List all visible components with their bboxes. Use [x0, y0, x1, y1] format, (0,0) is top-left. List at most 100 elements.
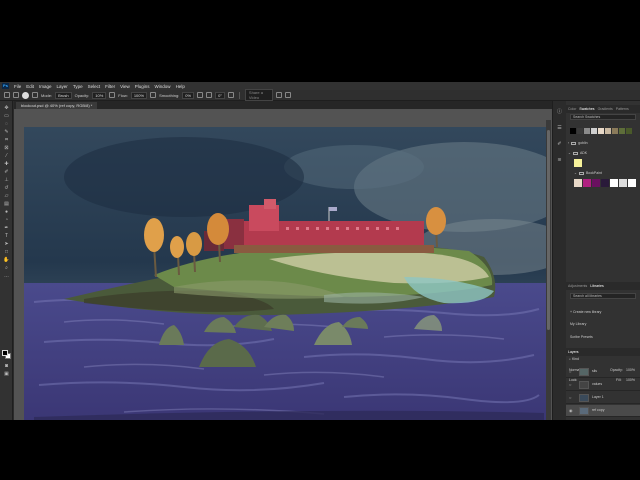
swatch[interactable] [577, 128, 583, 134]
my-library-item[interactable]: My Library [570, 322, 586, 326]
settings-icon[interactable] [284, 92, 291, 98]
menu-filter[interactable]: Filter [105, 84, 115, 89]
eye-icon[interactable]: ○ [569, 382, 571, 387]
swatch-folder-adk[interactable]: ⌄ ADK [568, 151, 587, 155]
marquee-tool-icon[interactable]: ▭ [3, 113, 10, 119]
swatch[interactable] [591, 128, 597, 134]
frame-tool-icon[interactable]: ⊠ [3, 145, 10, 151]
menu-window[interactable]: Window [155, 84, 171, 89]
swatch[interactable] [598, 128, 604, 134]
menu-view[interactable]: View [120, 84, 130, 89]
learn-icon[interactable]: ⓘ [556, 109, 563, 116]
menu-select[interactable]: Select [88, 84, 101, 89]
libraries-search-input[interactable]: Search all libraries [570, 293, 636, 299]
more-tools-icon[interactable]: … [3, 273, 10, 279]
hand-tool-icon[interactable]: ✋ [3, 257, 10, 263]
document-canvas[interactable] [24, 127, 546, 420]
mode-select[interactable]: Brush [55, 91, 72, 99]
swatch[interactable] [605, 128, 611, 134]
swatch-adk-yellow[interactable] [574, 159, 582, 167]
layer-row[interactable]: ○ Layer 1 [566, 392, 640, 404]
swatch-folder-goblin[interactable]: › goblin [568, 141, 588, 145]
home-icon[interactable] [4, 92, 10, 98]
swatch[interactable] [601, 179, 609, 187]
eyedropper-tool-icon[interactable]: ⁄ [3, 153, 10, 159]
foreground-color-swatch[interactable] [2, 350, 8, 356]
menu-image[interactable]: Image [39, 84, 52, 89]
brush-preset-picker[interactable] [22, 91, 29, 99]
tab-libraries[interactable]: Libraries [590, 284, 603, 288]
dodge-tool-icon[interactable]: ◔ [3, 217, 10, 223]
scrollbar-thumb[interactable] [547, 130, 550, 330]
healing-tool-icon[interactable]: ✚ [3, 161, 10, 167]
quick-select-tool-icon[interactable]: ✎ [3, 129, 10, 135]
swatch[interactable] [583, 179, 591, 187]
eye-icon[interactable]: ○ [569, 369, 571, 374]
swatch[interactable] [619, 128, 625, 134]
smoothing-options-icon[interactable] [197, 92, 204, 98]
eye-icon[interactable]: ○ [569, 395, 571, 400]
flow-input[interactable]: 100% [130, 91, 148, 99]
eye-icon[interactable]: ◉ [569, 408, 573, 413]
brush-settings-icon[interactable]: ≋ [556, 157, 563, 164]
scribe-presets-item[interactable]: Scribe Presets [570, 335, 593, 339]
share-input[interactable]: Share a Video [244, 89, 273, 101]
crop-tool-icon[interactable]: ⌗ [3, 137, 10, 143]
swatch[interactable] [570, 128, 576, 134]
layer-row[interactable]: ◉ref [566, 418, 640, 420]
swatch[interactable] [628, 179, 636, 187]
lasso-tool-icon[interactable]: ◌ [3, 121, 10, 127]
gradient-tool-icon[interactable]: ▤ [3, 201, 10, 207]
opacity-input[interactable]: 10% [92, 91, 107, 99]
tab-adjustments[interactable]: Adjustments [568, 284, 587, 288]
brush-settings-icon[interactable] [32, 92, 38, 98]
menu-help[interactable]: Help [176, 84, 185, 89]
pressure-opacity-icon[interactable] [109, 92, 116, 98]
airbrush-icon[interactable] [150, 92, 157, 98]
move-tool-icon[interactable]: ✥ [3, 105, 10, 111]
tab-swatches[interactable]: Swatches [579, 107, 594, 111]
blur-tool-icon[interactable]: ● [3, 209, 10, 215]
menu-layer[interactable]: Layer [57, 84, 68, 89]
tab-patterns[interactable]: Patterns [616, 107, 629, 111]
create-library-button[interactable]: + Create new library [570, 310, 601, 314]
swatch-folder-bookpaint[interactable]: ⌄ BookPaint [574, 171, 602, 175]
swatch[interactable] [584, 128, 590, 134]
menu-type[interactable]: Type [73, 84, 83, 89]
angle-icon[interactable] [206, 92, 213, 98]
tab-layers[interactable]: Layers [568, 350, 579, 354]
pen-tool-icon[interactable]: ✒ [3, 225, 10, 231]
pressure-size-icon[interactable] [227, 92, 234, 98]
swatch[interactable] [592, 179, 600, 187]
angle-input[interactable]: 0° [215, 91, 225, 99]
swatch[interactable] [574, 179, 582, 187]
properties-icon[interactable]: ☰ [556, 125, 563, 132]
tab-gradients[interactable]: Gradients [598, 107, 613, 111]
swatch[interactable] [626, 128, 632, 134]
layer-row[interactable]: ○ sils [566, 366, 640, 378]
rectangle-tool-icon[interactable]: □ [3, 249, 10, 255]
eraser-tool-icon[interactable]: ▱ [3, 193, 10, 199]
history-brush-tool-icon[interactable]: ↺ [3, 185, 10, 191]
brushes-icon[interactable]: ✐ [556, 141, 563, 148]
layer-row[interactable]: ◉ ref copy [566, 405, 640, 417]
quick-mask-icon[interactable]: ◙ [3, 363, 10, 369]
path-select-tool-icon[interactable]: ➤ [3, 241, 10, 247]
zoom-tool-icon[interactable]: ⌕ [3, 265, 10, 271]
tab-color[interactable]: Color [568, 107, 576, 111]
menu-plugins[interactable]: Plugins [135, 84, 150, 89]
type-tool-icon[interactable]: T [3, 233, 10, 239]
document-tab[interactable]: blockout.psd @ 40% (ref copy, RGB/8) * [16, 102, 98, 109]
layer-kind-filter[interactable]: ⌕ Kind [569, 357, 579, 361]
smoothing-input[interactable]: 0% [182, 91, 195, 99]
brush-tool-icon[interactable]: ✐ [3, 169, 10, 175]
swatch[interactable] [619, 179, 627, 187]
canvas-area[interactable] [14, 109, 552, 420]
menu-edit[interactable]: Edit [26, 84, 34, 89]
screen-mode-icon[interactable]: ▣ [3, 371, 10, 377]
vertical-scrollbar[interactable] [546, 120, 551, 420]
brush-tool-icon[interactable] [13, 92, 19, 98]
symmetry-icon[interactable] [275, 92, 282, 98]
menu-file[interactable]: File [14, 84, 21, 89]
swatch[interactable] [610, 179, 618, 187]
